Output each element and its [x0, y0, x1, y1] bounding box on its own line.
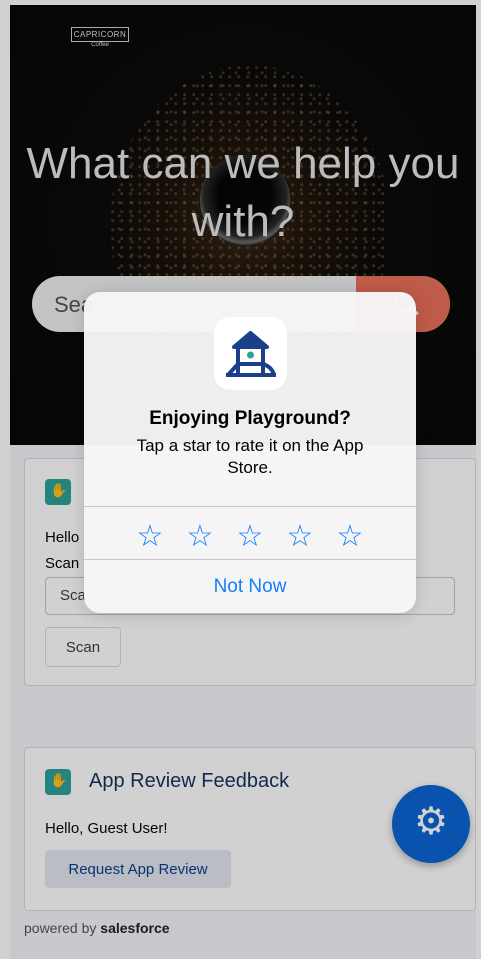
alert-title: Enjoying Playground?	[149, 408, 351, 429]
star-3-icon[interactable]: ☆	[233, 516, 267, 558]
star-1-icon[interactable]: ☆	[133, 516, 167, 558]
star-rating: ☆ ☆ ☆ ☆ ☆	[84, 516, 416, 558]
not-now-button[interactable]: Not Now	[84, 560, 416, 613]
star-4-icon[interactable]: ☆	[283, 516, 317, 558]
divider	[84, 506, 416, 507]
rating-alert: Enjoying Playground? Tap a star to rate …	[84, 292, 416, 613]
alert-message: Tap a star to rate it on the App Store.	[136, 436, 364, 477]
playground-icon	[214, 317, 287, 390]
star-2-icon[interactable]: ☆	[183, 516, 217, 558]
star-5-icon[interactable]: ☆	[333, 516, 367, 558]
